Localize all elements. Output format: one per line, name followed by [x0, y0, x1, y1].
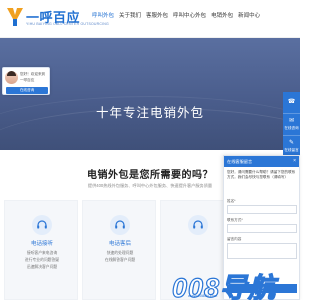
- logo-mark-icon: [7, 8, 23, 26]
- nav-item-customer-service[interactable]: 客服外包: [146, 11, 168, 19]
- service-greeting: 您好！欢迎来到: [20, 72, 46, 76]
- form-intro: 您好，请问需要什么帮助？请留下您的联系方式，我们会尽快与您联系（请填写）: [227, 170, 296, 179]
- service-brand: 一呼百应: [20, 78, 35, 82]
- phone-label: 联系方式*: [227, 218, 243, 222]
- headset-icon: [188, 215, 208, 235]
- name-label: 姓名*: [227, 199, 236, 203]
- nav-item-call-outsourcing[interactable]: 呼叫外包: [92, 11, 114, 19]
- nav-item-about[interactable]: 关于我们: [119, 11, 141, 19]
- card-text: 迅速解决客户问题: [26, 265, 58, 269]
- form-title: 在线客服留言: [227, 159, 253, 164]
- message-label: 留言内容: [227, 237, 242, 241]
- nav-item-news[interactable]: 新闻中心: [238, 11, 260, 19]
- agent-avatar: [5, 71, 18, 84]
- main-nav: 呼叫外包 关于我们 客服外包 呼叫中心外包 电销外包 新闻中心: [92, 11, 260, 19]
- watermark-url: www.008dh.com: [188, 293, 218, 298]
- nav-item-telesales[interactable]: 电销外包: [211, 11, 233, 19]
- phone-field[interactable]: [227, 224, 297, 233]
- card-title: 电话接听: [30, 241, 53, 247]
- card-text: 在线解答客户问题: [104, 258, 136, 262]
- hero-title: 十年专注电销外包: [95, 106, 204, 120]
- name-field[interactable]: [227, 205, 297, 214]
- message-icon: ✎: [288, 140, 295, 146]
- headset-icon: [32, 215, 52, 235]
- chat-icon: ✉: [288, 118, 295, 124]
- sidebar-label: 在线咨询: [284, 126, 299, 130]
- phone-icon: ☎: [287, 99, 296, 105]
- card-title: 电话客后: [108, 241, 131, 247]
- close-icon[interactable]: ×: [293, 156, 296, 167]
- card-text: 进行专业的问题答疑: [24, 258, 60, 262]
- watermark: 008导航 www.008dh.com: [158, 266, 298, 300]
- headset-icon: [110, 215, 130, 235]
- online-service-card: 您好！欢迎来到 一呼百应 在线咨询: [2, 67, 50, 95]
- sidebar-label: 在线留言: [284, 148, 299, 152]
- logo-tagline: YIHU BAIYING CALL CENTER OUTSOURCING: [26, 22, 109, 26]
- online-consult-button[interactable]: 在线咨询: [6, 87, 48, 94]
- form-header: 在线客服留言 ×: [224, 156, 299, 167]
- message-field[interactable]: [227, 243, 297, 259]
- site-logo[interactable]: 一呼百应 YIHU BAIYING CALL CENTER OUTSOURCIN…: [6, 6, 109, 30]
- sidebar-online-consult[interactable]: ✉ 在线咨询: [283, 114, 300, 136]
- feature-card[interactable]: 电话接听 接听客户来电咨询 进行专业的问题答疑 迅速解决客户问题: [4, 200, 78, 300]
- sidebar-phone[interactable]: ☎: [283, 92, 300, 114]
- site-header: 一呼百应 YIHU BAIYING CALL CENTER OUTSOURCIN…: [0, 0, 300, 38]
- card-text: 接听客户来电咨询: [26, 251, 58, 255]
- card-text: 快速的处理问题: [106, 251, 134, 255]
- nav-item-call-center[interactable]: 呼叫中心外包: [173, 11, 206, 19]
- feature-card[interactable]: 电话客后 快速的处理问题 在线解答客户问题: [82, 200, 156, 300]
